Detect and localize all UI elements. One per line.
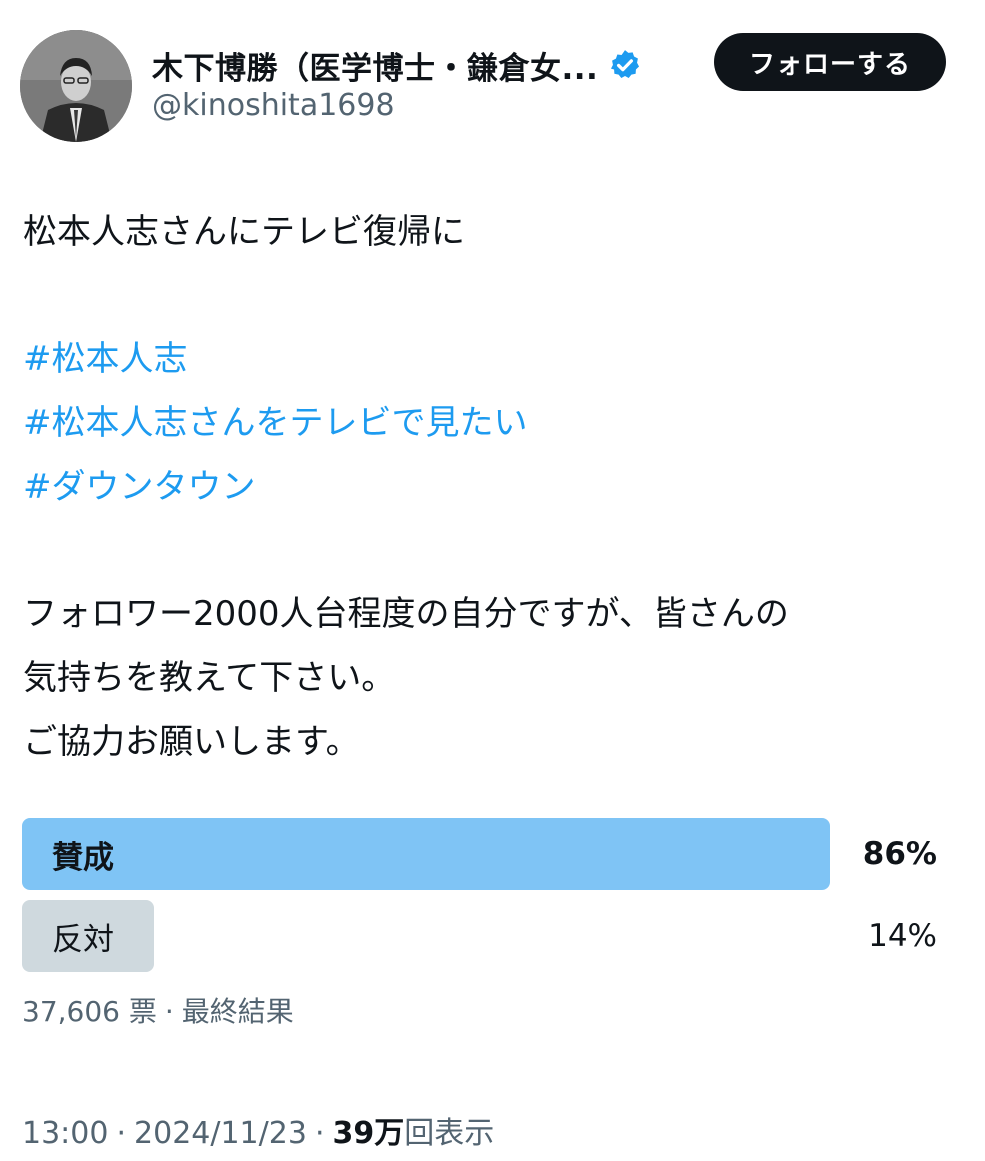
tweet-header: 木下博勝（医学博士・鎌倉女... @kinoshita1698 フォローする xyxy=(0,0,985,150)
tweet-line-3: 気持ちを教えて下さい。 xyxy=(23,658,396,698)
poll-option-percent: 14% xyxy=(868,918,937,954)
poll-option-label: 反対 xyxy=(52,921,114,958)
view-count: 39万 xyxy=(332,1116,405,1151)
avatar[interactable] xyxy=(20,30,132,142)
tweet-line-1: 松本人志さんにテレビ復帰に xyxy=(23,212,465,252)
poll-option-label: 賛成 xyxy=(52,839,114,876)
name-row: 木下博勝（医学博士・鎌倉女... xyxy=(152,42,642,88)
poll-option-percent: 86% xyxy=(862,836,937,872)
follow-button[interactable]: フォローする xyxy=(714,33,946,91)
poll-result-bar xyxy=(22,818,830,890)
hashtag-link[interactable]: #ダウンタウン xyxy=(23,455,963,519)
author-display-name[interactable]: 木下博勝（医学博士・鎌倉女... xyxy=(152,43,598,88)
poll-meta: 37,606 票 · 最終結果 xyxy=(22,990,294,1030)
verified-badge-icon xyxy=(608,48,642,82)
author-handle[interactable]: @kinoshita1698 xyxy=(152,88,395,123)
hashtag-link[interactable]: #松本人志 xyxy=(23,327,963,391)
separator: · xyxy=(164,995,174,1028)
poll-vote-count: 37,606 票 xyxy=(22,995,157,1028)
tweet-line-4: ご協力お願いします。 xyxy=(23,722,360,762)
view-count-label: 回表示 xyxy=(404,1116,495,1151)
tweet-date[interactable]: 2024/11/23 xyxy=(134,1116,307,1151)
tweet-line-2: フォロワー2000人台程度の自分ですが、皆さんの xyxy=(23,594,789,634)
separator: · xyxy=(314,1116,325,1151)
poll-option-disagree: 反対 14% xyxy=(22,900,937,972)
tweet-time[interactable]: 13:00 xyxy=(22,1116,108,1151)
tweet-text: 松本人志さんにテレビ復帰に #松本人志 #松本人志さんをテレビで見たい #ダウン… xyxy=(23,200,963,774)
poll-option-agree: 賛成 86% xyxy=(22,818,937,890)
tweet-meta: 13:00 · 2024/11/23 · 39万回表示 xyxy=(22,1108,494,1152)
separator: · xyxy=(116,1116,127,1151)
poll-status: 最終結果 xyxy=(181,995,294,1028)
hashtag-link[interactable]: #松本人志さんをテレビで見たい xyxy=(23,391,963,455)
